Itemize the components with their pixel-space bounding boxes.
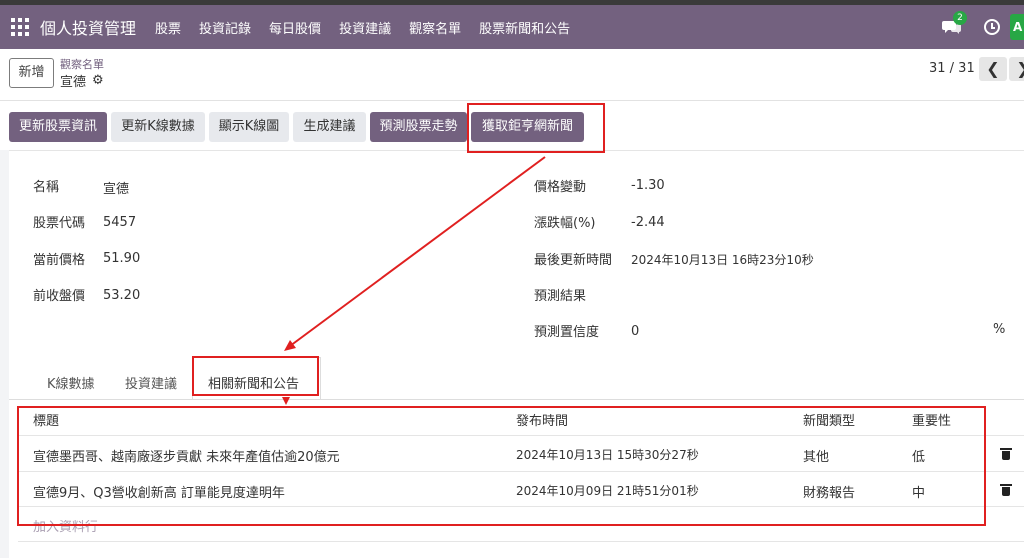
field-value-price-change[interactable]: -1.30 <box>631 178 665 193</box>
chat-badge: 2 <box>953 11 967 25</box>
update-stock-info-button[interactable]: 更新股票資訊 <box>9 112 107 142</box>
pager-previous-button[interactable]: ❮ <box>979 57 1007 81</box>
cell-importance: 中 <box>912 486 926 501</box>
field-label-prediction-confidence: 預測置信度 <box>534 325 600 340</box>
column-header-news-type[interactable]: 新聞類型 <box>803 410 855 429</box>
breadcrumb-current: 宣德 ⚙ <box>60 71 104 90</box>
field-label-change-percent: 漲跌幅(%) <box>534 216 596 231</box>
menu-item-watchlist[interactable]: 觀察名單 <box>409 18 461 37</box>
chevron-left-icon: ❮ <box>986 59 1000 78</box>
menu-item-investment-records[interactable]: 投資記錄 <box>199 18 251 37</box>
menu-item-investment-advice[interactable]: 投資建議 <box>339 18 391 37</box>
column-header-importance[interactable]: 重要性 <box>912 410 951 429</box>
menu-item-daily-prices[interactable]: 每日股價 <box>269 18 321 37</box>
gear-icon[interactable]: ⚙ <box>92 73 104 88</box>
field-value-prev-close[interactable]: 53.20 <box>103 288 140 303</box>
row-divider <box>18 471 1024 472</box>
field-value-stock-code[interactable]: 5457 <box>103 215 136 230</box>
cell-importance: 低 <box>912 450 926 465</box>
update-kline-data-button[interactable]: 更新K線數據 <box>111 112 205 142</box>
cell-publish-time: 2024年10月09日 21時51分01秒 <box>516 484 699 498</box>
add-line-link[interactable]: 加入資料行 <box>33 516 98 535</box>
delete-row-icon[interactable] <box>1000 484 1012 496</box>
field-value-change-percent[interactable]: -2.44 <box>631 215 665 230</box>
apps-menu-icon[interactable] <box>11 18 29 36</box>
generate-advice-button[interactable]: 生成建議 <box>293 112 366 142</box>
control-panel: 新增 觀察名單 宣德 ⚙ 31 / 31 ❮ ❯ <box>0 49 1024 101</box>
chat-icon[interactable]: 2 <box>942 11 967 35</box>
breadcrumb-current-label: 宣德 <box>60 75 87 90</box>
tab-kline-data[interactable]: K線數據 <box>47 373 95 392</box>
breadcrumb-parent[interactable]: 觀察名單 <box>60 56 104 72</box>
table-bottom-divider <box>18 541 1024 542</box>
pager-value[interactable]: 31 / 31 <box>929 61 975 76</box>
cell-news-type: 財務報告 <box>803 486 856 501</box>
row-divider <box>18 506 1024 507</box>
tab-investment-advice[interactable]: 投資建議 <box>125 373 177 392</box>
confidence-unit: % <box>993 322 1006 337</box>
column-header-publish-time[interactable]: 發布時間 <box>516 410 568 429</box>
fetch-cnyes-news-button[interactable]: 獲取鉅亨網新聞 <box>471 112 584 142</box>
cell-title: 宣德9月、Q3營收創新高 訂單能見度達明年 <box>33 486 285 501</box>
field-label-current-price: 當前價格 <box>33 253 86 268</box>
menu-item-news[interactable]: 股票新聞和公告 <box>479 18 570 37</box>
top-navbar: 個人投資管理 股票 投資記錄 每日股價 投資建議 觀察名單 股票新聞和公告 2 … <box>0 5 1024 49</box>
field-label-price-change: 價格變動 <box>534 180 587 195</box>
cell-news-type: 其他 <box>803 450 830 465</box>
table-header-divider <box>18 435 1024 436</box>
menu-item-stocks[interactable]: 股票 <box>155 18 181 37</box>
app-brand[interactable]: 個人投資管理 <box>40 15 136 39</box>
form-sheet: 名稱 宣德 股票代碼 5457 當前價格 51.90 前收盤價 53.20 價格… <box>9 150 1024 558</box>
action-button-bar: 更新股票資訊 更新K線數據 顯示K線圖 生成建議 預測股票走勢 獲取鉅亨網新聞 <box>0 101 1024 150</box>
predict-trend-button[interactable]: 預測股票走勢 <box>370 112 467 142</box>
delete-row-icon[interactable] <box>1000 448 1012 460</box>
field-value-current-price[interactable]: 51.90 <box>103 251 140 266</box>
field-label-last-updated: 最後更新時間 <box>534 253 613 268</box>
cell-publish-time: 2024年10月13日 15時30分27秒 <box>516 448 699 462</box>
field-label-prediction-result: 預測結果 <box>534 289 587 304</box>
field-label-stock-code: 股票代碼 <box>33 216 86 231</box>
show-kline-chart-button[interactable]: 顯示K線圖 <box>209 112 289 142</box>
field-value-name[interactable]: 宣德 <box>103 178 129 197</box>
column-header-title[interactable]: 標題 <box>33 410 59 429</box>
cell-title: 宣德墨西哥、越南廠逐步貢獻 未來年產值估逾20億元 <box>33 450 340 465</box>
tab-divider <box>9 399 1024 400</box>
new-button[interactable]: 新增 <box>9 58 54 88</box>
chevron-right-icon: ❯ <box>1016 59 1024 78</box>
field-label-prev-close: 前收盤價 <box>33 289 86 304</box>
clock-icon[interactable] <box>984 19 1000 35</box>
field-label-name: 名稱 <box>33 180 60 195</box>
avatar[interactable]: A <box>1010 14 1024 40</box>
pager-next-button[interactable]: ❯ <box>1009 57 1024 81</box>
tab-related-news[interactable]: 相關新聞和公告 <box>208 373 299 392</box>
field-value-last-updated[interactable]: 2024年10月13日 16時23分10秒 <box>631 251 814 268</box>
field-value-prediction-confidence[interactable]: 0 <box>631 324 639 339</box>
